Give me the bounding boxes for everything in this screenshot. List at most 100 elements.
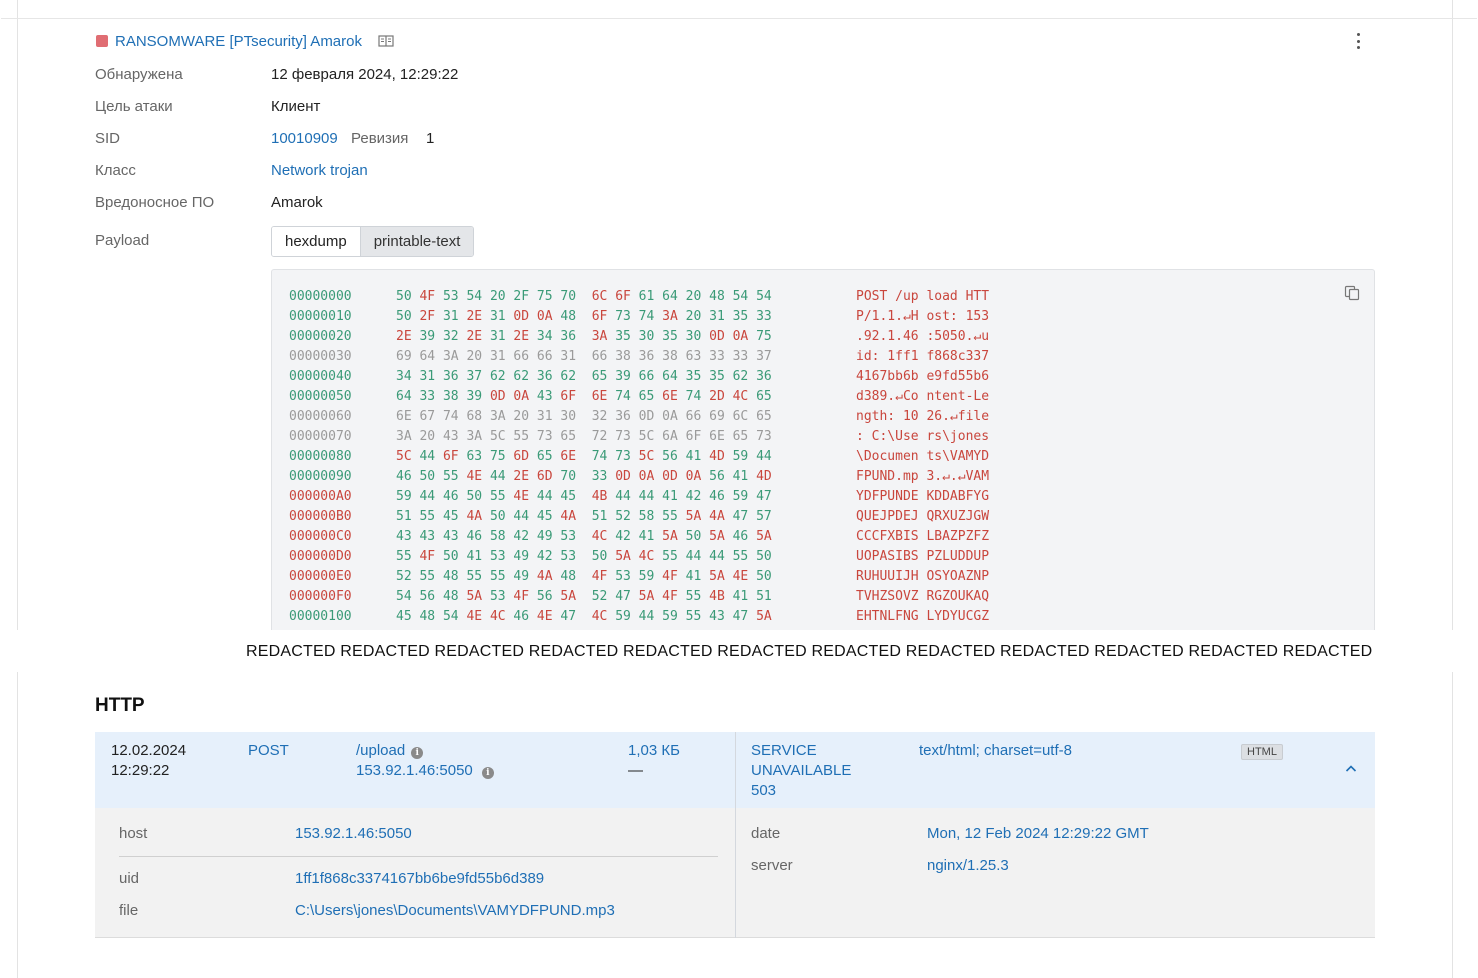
hex-byte: 44 [756, 449, 772, 464]
hex-byte: 0D [709, 329, 725, 344]
hex-byte: 3A [662, 309, 678, 324]
hexdump-ascii: : C:\Use rs\jones [856, 429, 990, 444]
hex-byte: 49 [513, 549, 530, 564]
hexdump-bytes: 5C 44 6F 63 75 6D 65 6E 74 73 5C 56 41 4… [396, 447, 772, 467]
hex-byte: 56 [709, 469, 725, 484]
hexdump-offset: 00000090 [289, 469, 352, 484]
response-field-value[interactable]: Mon, 12 Feb 2024 12:29:22 GMT [927, 825, 1149, 842]
hex-byte: 3A [591, 329, 608, 344]
hex-byte: 35 [732, 309, 749, 324]
hexdump-bytes: 3A 20 43 3A 5C 55 73 65 72 73 5C 6A 6F 6… [396, 427, 772, 447]
response-field-value[interactable]: nginx/1.25.3 [927, 857, 1009, 874]
hex-byte: 55 [489, 489, 506, 504]
hex-byte: 42 [685, 489, 702, 504]
request-field-value[interactable]: 153.92.1.46:5050 [295, 825, 412, 842]
hex-byte: 4C [489, 609, 506, 624]
hex-byte: 6F [560, 389, 577, 404]
hex-byte: 4D [709, 449, 725, 464]
response-field-key: server [751, 857, 793, 874]
hexdump-bytes: 50 2F 31 2E 31 0D 0A 48 6F 73 74 3A 20 3… [396, 307, 772, 327]
hex-byte: 53 [560, 549, 577, 564]
class-link[interactable]: Network trojan [271, 162, 368, 179]
hex-byte: 20 [685, 309, 702, 324]
hex-byte: 41 [732, 589, 749, 604]
severity-indicator [96, 35, 108, 47]
hex-byte: 44 [489, 469, 506, 484]
hex-byte: 46 [732, 529, 749, 544]
hex-byte: 38 [615, 349, 631, 364]
hex-byte: 52 [615, 509, 631, 524]
hex-byte: 42 [513, 529, 530, 544]
hex-byte: 42 [615, 529, 631, 544]
target-label: Цель атаки [95, 98, 173, 115]
hex-byte: 3A [442, 349, 459, 364]
hex-byte: 62 [732, 369, 749, 384]
tab-printable-text[interactable]: printable-text [360, 227, 474, 256]
hex-byte: 45 [396, 609, 412, 624]
http-status-code: 503 [751, 782, 777, 799]
tab-hexdump[interactable]: hexdump [272, 227, 361, 256]
hex-byte: 34 [396, 369, 412, 384]
hex-byte: 20 [513, 409, 530, 424]
hex-byte: 4B [709, 589, 725, 604]
hex-byte: 65 [560, 429, 577, 444]
hex-byte: 65 [732, 429, 749, 444]
hex-byte: 43 [396, 529, 412, 544]
hexdump-bytes: 54 56 48 5A 53 4F 56 5A 52 47 5A 4F 55 4… [396, 587, 772, 607]
request-field-value[interactable]: 1ff1f868c3374167bb6be9fd55b6d389 [295, 870, 544, 887]
hexdump-offset: 00000060 [289, 409, 352, 424]
hex-byte: 0D [513, 309, 530, 324]
book-icon[interactable] [378, 34, 394, 48]
hex-byte: 66 [536, 349, 553, 364]
hexdump-offset: 000000A0 [289, 489, 352, 504]
alert-title-link[interactable]: RANSOMWARE [PTsecurity] Amarok [115, 33, 362, 50]
hex-byte: 44 [709, 549, 725, 564]
hex-byte: 48 [442, 569, 459, 584]
hex-byte: 0A [732, 329, 749, 344]
hex-byte: 4F [591, 569, 608, 584]
hex-byte: 5A [560, 589, 577, 604]
hex-byte: 4B [591, 489, 608, 504]
http-host-line: 153.92.1.46:5050 i [356, 761, 494, 781]
hex-byte: 3A [489, 409, 506, 424]
hex-byte: 67 [419, 409, 436, 424]
hex-byte: 61 [638, 289, 655, 304]
class-label: Класс [95, 162, 136, 179]
hexdump-bytes: 50 4F 53 54 20 2F 75 70 6C 6F 61 64 20 4… [396, 287, 772, 307]
hex-byte: 0D [662, 469, 678, 484]
hex-byte: 59 [396, 489, 412, 504]
info-icon[interactable]: i [481, 767, 494, 779]
hex-byte: 50 [396, 289, 412, 304]
hex-byte: 30 [685, 329, 702, 344]
hex-byte: 48 [419, 609, 436, 624]
revision-label: Ревизия [351, 130, 409, 147]
copy-icon[interactable] [1344, 285, 1360, 301]
hex-byte: 4A [536, 569, 553, 584]
info-icon[interactable]: i [411, 747, 424, 759]
http-host-port[interactable]: 153.92.1.46:5050 [356, 762, 473, 779]
hexdump-bytes: 34 31 36 37 62 62 36 62 65 39 66 64 35 3… [396, 367, 772, 387]
hex-byte: 39 [419, 329, 436, 344]
hex-byte: 6F [615, 289, 631, 304]
hex-byte: 35 [662, 329, 678, 344]
chevron-up-icon[interactable] [1344, 762, 1358, 776]
sid-link[interactable]: 10010909 [271, 130, 338, 147]
sid-label: SID [95, 130, 121, 147]
hex-byte: 33 [709, 349, 725, 364]
hex-byte: 6C [732, 409, 749, 424]
more-vertical-icon[interactable] [1352, 33, 1364, 49]
hexdump-ascii: EHTNLFNG LYDYUCGZ [856, 609, 990, 624]
detected-value: 12 февраля 2024, 12:29:22 [271, 66, 459, 83]
hex-byte: 2E [513, 469, 530, 484]
hex-byte: 20 [466, 349, 483, 364]
hex-byte: 20 [489, 289, 506, 304]
hex-byte: 31 [709, 309, 725, 324]
hex-byte: 66 [638, 369, 655, 384]
hex-byte: 46 [466, 529, 483, 544]
hex-byte: 6A [662, 429, 678, 444]
http-path[interactable]: /upload [356, 742, 405, 759]
hex-byte: 4A [466, 509, 483, 524]
hexdump-ascii: ngth: 10 26.↵file [856, 409, 990, 424]
request-field-value[interactable]: C:\Users\jones\Documents\VAMYDFPUND.mp3 [295, 902, 615, 919]
hexdump-offset: 00000050 [289, 389, 352, 404]
